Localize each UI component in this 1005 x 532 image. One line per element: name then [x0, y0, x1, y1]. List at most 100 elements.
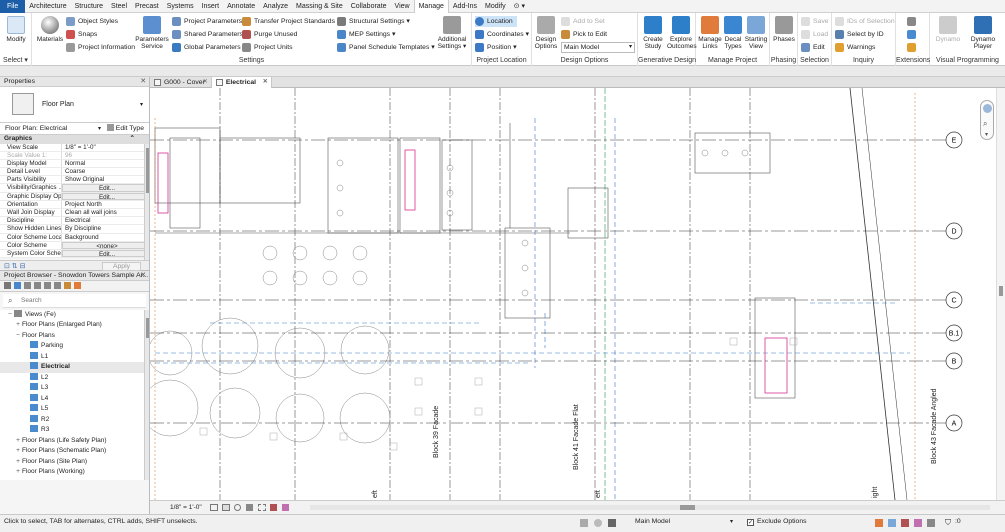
design-option-select[interactable]: Main Model ▾ [561, 42, 635, 53]
extension-icon-3[interactable] [907, 43, 916, 52]
pick-to-edit-button[interactable]: Pick to Edit [561, 29, 607, 40]
tree-node[interactable]: Electrical [0, 362, 149, 373]
worksets-icon[interactable] [580, 519, 588, 527]
tree-node[interactable]: + Floor Plans (Site Plan) [0, 457, 149, 468]
select-by-face-icon[interactable] [914, 519, 922, 527]
select-panel-title[interactable]: Select ▾ [0, 56, 31, 66]
sheet-icon[interactable] [24, 282, 31, 289]
close-icon[interactable]: ✕ [203, 77, 208, 88]
expand-icon[interactable]: + [14, 457, 22, 468]
snaps-button[interactable]: Snaps [66, 29, 97, 40]
transfer-standards-button[interactable]: Transfer Project Standards [242, 16, 335, 27]
properties-scroll-thumb[interactable] [146, 147, 149, 193]
phases-button[interactable]: Phases [773, 16, 795, 43]
project-units-button[interactable]: Project Units [242, 42, 293, 53]
tree-node[interactable]: L3 [0, 383, 149, 394]
visual-style-icon[interactable] [222, 504, 230, 511]
browser-scroll-thumb[interactable] [146, 317, 149, 338]
menu-tab-file[interactable]: File [0, 0, 26, 13]
graphics-group[interactable]: Graphics ⌃ [0, 135, 149, 144]
steering-wheel-icon[interactable] [983, 104, 992, 113]
sun-path-icon[interactable] [234, 504, 241, 511]
drawing-area[interactable]: E D C B.1 B A Block 39 Facade Block 41 Facade… [150, 88, 996, 500]
tree-node[interactable]: R3 [0, 425, 149, 436]
exclude-options-checkbox[interactable]: ✓ [747, 519, 754, 526]
purge-unused-button[interactable]: Purge Unused [242, 29, 297, 40]
menu-tab-structure[interactable]: Structure [71, 0, 107, 13]
browser-scrollbar[interactable] [144, 309, 149, 480]
help-icon[interactable]: ⊡ ⇅ ⊟ [4, 262, 26, 270]
manage-links-button[interactable]: Manage Links [698, 16, 722, 50]
tree-node[interactable]: + Floor Plans (Working) [0, 467, 149, 478]
extension-icon-1[interactable] [907, 17, 916, 26]
expand-icon[interactable]: + [14, 446, 22, 457]
close-icon[interactable]: ✕ [263, 77, 268, 88]
legend-icon[interactable] [44, 282, 51, 289]
property-value[interactable]: 1/8" = 1'-0" [62, 144, 149, 151]
explore-outcomes-button[interactable]: Explore Outcomes [667, 16, 697, 50]
warnings-button[interactable]: Warnings [835, 42, 875, 53]
tree-node[interactable]: + Floor Plans (Life Safety Plan) [0, 436, 149, 447]
scroll-thumb[interactable] [999, 286, 1003, 296]
tree-node[interactable]: + Floor Plans (Schematic Plan) [0, 446, 149, 457]
quick-access-dropdown[interactable]: ⊙ ▾ [510, 0, 529, 13]
dynamo-button[interactable]: Dynamo [933, 16, 963, 43]
reveal-icon[interactable] [282, 504, 289, 511]
select-pinned-icon[interactable] [901, 519, 909, 527]
project-parameters-button[interactable]: Project Parameters [172, 16, 242, 27]
close-icon[interactable]: ✕ [140, 271, 146, 281]
tree-node[interactable]: L1 [0, 351, 149, 363]
group-icon[interactable] [64, 282, 71, 289]
dynamo-player-button[interactable]: Dynamo Player [965, 16, 1001, 50]
property-value[interactable]: Project North [62, 201, 149, 208]
position-button[interactable]: Position ▾ [475, 42, 516, 53]
menu-tab-massing-site[interactable]: Massing & Site [292, 0, 347, 13]
tree-node[interactable]: − Floor Plans [0, 331, 149, 342]
modify-button[interactable]: Modify [4, 16, 28, 43]
load-selection-button[interactable]: Load [801, 29, 828, 40]
apply-button[interactable]: Apply [101, 261, 141, 271]
drag-elements-icon[interactable] [927, 519, 935, 527]
shared-parameters-button[interactable]: Shared Parameters [172, 29, 243, 40]
mep-settings-button[interactable]: MEP Settings ▾ [337, 29, 395, 40]
decal-types-button[interactable]: Decal Types [722, 16, 744, 50]
properties-scrollbar[interactable] [144, 143, 149, 260]
schedule-icon[interactable] [34, 282, 41, 289]
global-parameters-button[interactable]: Global Parameters [172, 42, 241, 53]
property-value[interactable]: Clean all wall joins [62, 209, 149, 216]
crop-icon[interactable] [258, 504, 266, 511]
horizontal-scroll-thumb[interactable] [680, 505, 695, 510]
menu-tab-steel[interactable]: Steel [107, 0, 131, 13]
link-icon[interactable] [74, 282, 81, 289]
vertical-scrollbar[interactable] [996, 88, 1005, 500]
menu-tab-modify[interactable]: Modify [481, 0, 510, 13]
panel-schedule-button[interactable]: Panel Schedule Templates ▾ [337, 42, 435, 53]
zoom-chevron-icon[interactable]: ▾ [985, 131, 988, 138]
menu-tab-precast[interactable]: Precast [131, 0, 163, 13]
browser-search[interactable]: ⌕ [3, 293, 146, 308]
extension-icon-2[interactable] [907, 30, 916, 39]
menu-tab-architecture[interactable]: Architecture [25, 0, 70, 13]
property-value[interactable]: Coarse [62, 168, 149, 175]
tree-node[interactable]: + Floor Plans (Enlarged Plan) [0, 320, 149, 331]
structural-settings-button[interactable]: Structural Settings ▾ [337, 16, 410, 27]
property-edit-button[interactable]: Edit... [62, 249, 149, 258]
tree-node[interactable]: L2 [0, 372, 149, 384]
additional-settings-button[interactable]: Additional Settings ▾ [435, 16, 469, 50]
menu-tab-manage[interactable]: Manage [413, 0, 449, 13]
home-icon[interactable] [4, 282, 11, 289]
property-value[interactable]: Show Original [62, 176, 149, 183]
shadows-icon[interactable] [246, 504, 253, 511]
edit-type-button[interactable]: Edit Type [106, 123, 144, 135]
property-value[interactable]: 96 [62, 152, 149, 159]
create-study-button[interactable]: Create Study [641, 16, 665, 50]
property-value[interactable]: Electrical [62, 217, 149, 224]
project-information-button[interactable]: Project Information [66, 42, 135, 53]
horizontal-scrollbar[interactable] [310, 505, 990, 510]
collapse-icon[interactable]: − [14, 331, 22, 342]
collapse-icon[interactable]: − [6, 310, 14, 321]
view-icon[interactable] [14, 282, 21, 289]
select-by-id-button[interactable]: Select by ID [835, 29, 884, 40]
expand-icon[interactable]: + [14, 436, 22, 447]
materials-button[interactable]: Materials [36, 16, 64, 43]
